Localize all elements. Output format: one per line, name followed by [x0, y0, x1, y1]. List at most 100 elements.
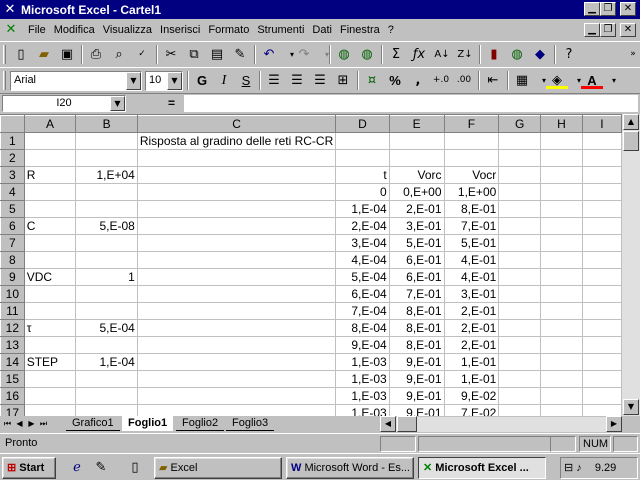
- cell-d2[interactable]: [335, 149, 390, 167]
- cell-e17[interactable]: 9,E-01: [388, 404, 445, 416]
- cell-a16[interactable]: [23, 387, 77, 405]
- cell-c9[interactable]: [136, 268, 337, 286]
- drawing-icon[interactable]: ◆: [529, 44, 551, 65]
- taskbar-item-excel[interactable]: ✕ Microsoft Excel ...: [418, 457, 546, 479]
- cell-h1[interactable]: [540, 132, 583, 150]
- row-header[interactable]: 8: [0, 251, 25, 269]
- scroll-thumb[interactable]: [623, 131, 639, 151]
- spelling-icon[interactable]: ✓: [131, 44, 153, 65]
- cell-g13[interactable]: [498, 336, 542, 354]
- cell-e3[interactable]: Vorc: [388, 166, 445, 184]
- cell-c3[interactable]: [136, 166, 337, 184]
- cell-d1[interactable]: [335, 132, 390, 150]
- web-icon[interactable]: ◍: [333, 44, 355, 65]
- cell-d12[interactable]: 8,E-04: [335, 319, 390, 337]
- formula-input[interactable]: [184, 95, 638, 112]
- column-header[interactable]: E: [388, 115, 445, 133]
- column-header[interactable]: G: [498, 115, 542, 133]
- cell-g5[interactable]: [498, 200, 542, 218]
- cell-a6[interactable]: C: [23, 217, 77, 235]
- cell-a8[interactable]: [23, 251, 77, 269]
- quick-launch-icon[interactable]: ✎: [90, 457, 112, 478]
- cell-d11[interactable]: 7,E-04: [335, 302, 390, 320]
- cell-e5[interactable]: 2,E-01: [388, 200, 445, 218]
- cell-b16[interactable]: [75, 387, 138, 405]
- chart-wizard-icon[interactable]: ▮: [483, 44, 505, 65]
- cell-h4[interactable]: [540, 183, 583, 201]
- menu-dati[interactable]: Dati: [308, 22, 336, 38]
- cell-a9[interactable]: VDC: [23, 268, 77, 286]
- scroll-up-icon[interactable]: ▲: [623, 114, 639, 130]
- new-icon[interactable]: ▯: [10, 44, 32, 65]
- first-sheet-icon[interactable]: ⏮: [2, 417, 13, 431]
- row-header[interactable]: 11: [0, 302, 25, 320]
- fill-color-icon[interactable]: ◈: [546, 70, 568, 89]
- menu-file[interactable]: File: [24, 22, 50, 38]
- merge-center-icon[interactable]: ⊞: [332, 70, 354, 91]
- cell-c17[interactable]: [136, 404, 337, 416]
- taskbar-item-excel-folder[interactable]: ▰ Excel: [154, 457, 282, 479]
- sort-descending-icon[interactable]: Z↓: [454, 44, 476, 65]
- scroll-left-icon[interactable]: ◀: [380, 416, 396, 432]
- cell-a7[interactable]: [23, 234, 77, 252]
- cell-d10[interactable]: 6,E-04: [335, 285, 390, 303]
- cell-h2[interactable]: [540, 149, 583, 167]
- vertical-scrollbar[interactable]: ▲ ▼: [622, 114, 640, 416]
- cell-a14[interactable]: STEP: [23, 353, 77, 371]
- cell-b11[interactable]: [75, 302, 138, 320]
- row-header[interactable]: 4: [0, 183, 25, 201]
- font-name-combo[interactable]: Arial ▼: [10, 71, 142, 91]
- cell-d16[interactable]: 1,E-03: [335, 387, 390, 405]
- cell-c16[interactable]: [136, 387, 337, 405]
- row-header[interactable]: 3: [0, 166, 25, 184]
- cell-c12[interactable]: [136, 319, 337, 337]
- office-assistant-icon[interactable]: ?: [558, 44, 580, 65]
- equals-button[interactable]: =: [168, 96, 175, 110]
- cell-i17[interactable]: [581, 404, 622, 416]
- cell-h3[interactable]: [540, 166, 583, 184]
- align-right-icon[interactable]: ☰: [309, 70, 331, 91]
- cell-e16[interactable]: 9,E-01: [388, 387, 445, 405]
- cell-b13[interactable]: [75, 336, 138, 354]
- align-center-icon[interactable]: ☰: [286, 70, 308, 91]
- cell-d8[interactable]: 4,E-04: [335, 251, 390, 269]
- cell-c7[interactable]: [136, 234, 337, 252]
- cell-b12[interactable]: 5,E-04: [75, 319, 138, 337]
- horizontal-scrollbar[interactable]: ◀ ▶: [380, 416, 622, 432]
- row-header[interactable]: 9: [0, 268, 25, 286]
- cell-f7[interactable]: 5,E-01: [443, 234, 500, 252]
- underline-button[interactable]: S: [235, 70, 257, 91]
- cell-c4[interactable]: [136, 183, 337, 201]
- select-all-corner[interactable]: [0, 115, 25, 133]
- cell-g15[interactable]: [498, 370, 542, 388]
- map-icon[interactable]: ◍: [506, 44, 528, 65]
- column-header[interactable]: F: [443, 115, 500, 133]
- cell-d5[interactable]: 1,E-04: [335, 200, 390, 218]
- cell-e10[interactable]: 7,E-01: [388, 285, 445, 303]
- cell-g7[interactable]: [498, 234, 542, 252]
- cell-h17[interactable]: [540, 404, 583, 416]
- cell-f14[interactable]: 1,E-01: [443, 353, 500, 371]
- close-button[interactable]: ✕: [620, 2, 636, 16]
- row-header[interactable]: 14: [0, 353, 25, 371]
- cell-d6[interactable]: 2,E-04: [335, 217, 390, 235]
- cell-i4[interactable]: [581, 183, 622, 201]
- menu-formato[interactable]: Formato: [204, 22, 253, 38]
- cell-f8[interactable]: 4,E-01: [443, 251, 500, 269]
- toolbar-more-icon[interactable]: »: [622, 44, 640, 65]
- cell-i1[interactable]: [581, 132, 622, 150]
- volume-icon[interactable]: ♪: [576, 462, 582, 474]
- cell-g12[interactable]: [498, 319, 542, 337]
- cell-b8[interactable]: [75, 251, 138, 269]
- cell-i13[interactable]: [581, 336, 622, 354]
- cell-b2[interactable]: [75, 149, 138, 167]
- cell-f1[interactable]: [443, 132, 500, 150]
- column-header[interactable]: D: [335, 115, 390, 133]
- row-header[interactable]: 2: [0, 149, 25, 167]
- doc-close-button[interactable]: ✕: [620, 23, 636, 37]
- next-sheet-icon[interactable]: ▶: [26, 417, 37, 431]
- row-header[interactable]: 6: [0, 217, 25, 235]
- currency-icon[interactable]: ¤: [361, 70, 383, 91]
- cell-d14[interactable]: 1,E-03: [335, 353, 390, 371]
- cell-c14[interactable]: [136, 353, 337, 371]
